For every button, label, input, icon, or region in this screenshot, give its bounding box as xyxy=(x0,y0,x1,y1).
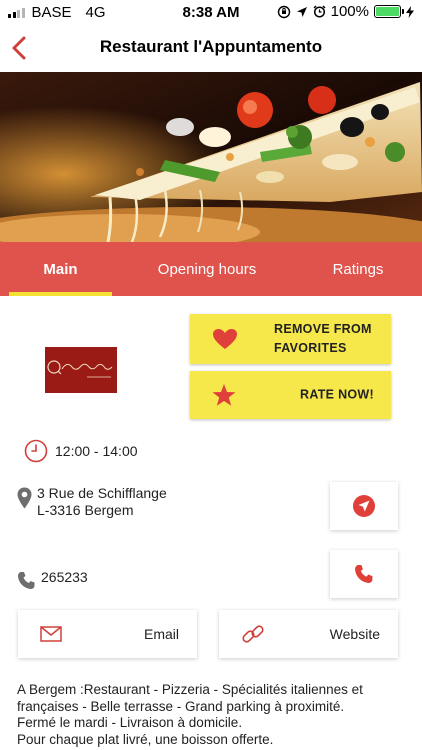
email-button[interactable]: Email xyxy=(18,610,197,658)
description-line1: A Bergem :Restaurant - Pizzeria - Spécia… xyxy=(17,682,363,697)
address-line1: 3 Rue de Schifflange xyxy=(37,485,167,501)
remove-favorite-label-line2: FAVORITES xyxy=(274,341,347,355)
phone-call-icon xyxy=(355,565,373,583)
clock-icon xyxy=(24,439,48,463)
tab-main[interactable]: Main xyxy=(9,242,112,296)
email-label: Email xyxy=(143,626,179,642)
star-icon xyxy=(212,384,236,406)
rotation-lock-icon xyxy=(277,5,290,18)
alarm-clock-icon xyxy=(313,5,326,18)
remove-favorite-label-line1: REMOVE FROM xyxy=(274,322,372,336)
link-icon xyxy=(242,625,264,643)
opening-hours-text: 12:00 - 14:00 xyxy=(55,443,138,459)
heart-icon xyxy=(213,329,237,349)
envelope-icon xyxy=(40,626,62,642)
description-line3: Fermé le mardi - Livraison à domicile. xyxy=(17,715,243,730)
directions-button[interactable] xyxy=(330,482,398,530)
map-pin-icon xyxy=(17,487,32,509)
description-line2: françaises - Belle terrasse - Grand park… xyxy=(17,698,345,714)
status-bar: BASE 4G 8:38 AM 100% xyxy=(0,0,422,24)
remove-favorite-button[interactable]: REMOVE FROM FAVORITES xyxy=(190,314,391,364)
page-title: Restaurant l'Appuntamento xyxy=(99,37,323,56)
active-tab-indicator xyxy=(9,292,112,296)
location-arrow-icon xyxy=(296,6,307,17)
rate-now-label: RATE NOW! xyxy=(300,387,374,402)
phone-number-text: 265233 xyxy=(41,569,88,585)
battery-percent: 100% xyxy=(330,3,369,20)
remove-favorite-label: REMOVE FROM FAVORITES xyxy=(274,320,381,358)
tab-bar: Main Opening hours Ratings xyxy=(0,242,422,296)
status-right: 100% xyxy=(277,3,414,20)
tab-ratings[interactable]: Ratings xyxy=(318,242,398,296)
phone-icon xyxy=(18,572,35,589)
address-line2: L-3316 Bergem xyxy=(37,502,134,518)
nav-bar: Restaurant l'Appuntamento xyxy=(0,24,422,70)
restaurant-description: A Bergem :Restaurant - Pizzeria - Spécia… xyxy=(17,682,407,748)
hero-image xyxy=(0,72,422,242)
tab-opening-hours[interactable]: Opening hours xyxy=(142,242,272,296)
website-button[interactable]: Website xyxy=(219,610,398,658)
address-text: 3 Rue de Schifflange L-3316 Bergem xyxy=(37,485,167,519)
call-button[interactable] xyxy=(330,550,398,598)
rate-now-button[interactable]: RATE NOW! xyxy=(190,371,391,419)
battery-icon xyxy=(374,5,404,18)
restaurant-logo xyxy=(45,347,117,393)
description-line4: Pour chaque plat livré, une boisson offe… xyxy=(17,731,274,747)
navigation-arrow-icon xyxy=(353,495,375,517)
charging-bolt-icon xyxy=(406,5,414,18)
website-label: Website xyxy=(329,626,380,642)
